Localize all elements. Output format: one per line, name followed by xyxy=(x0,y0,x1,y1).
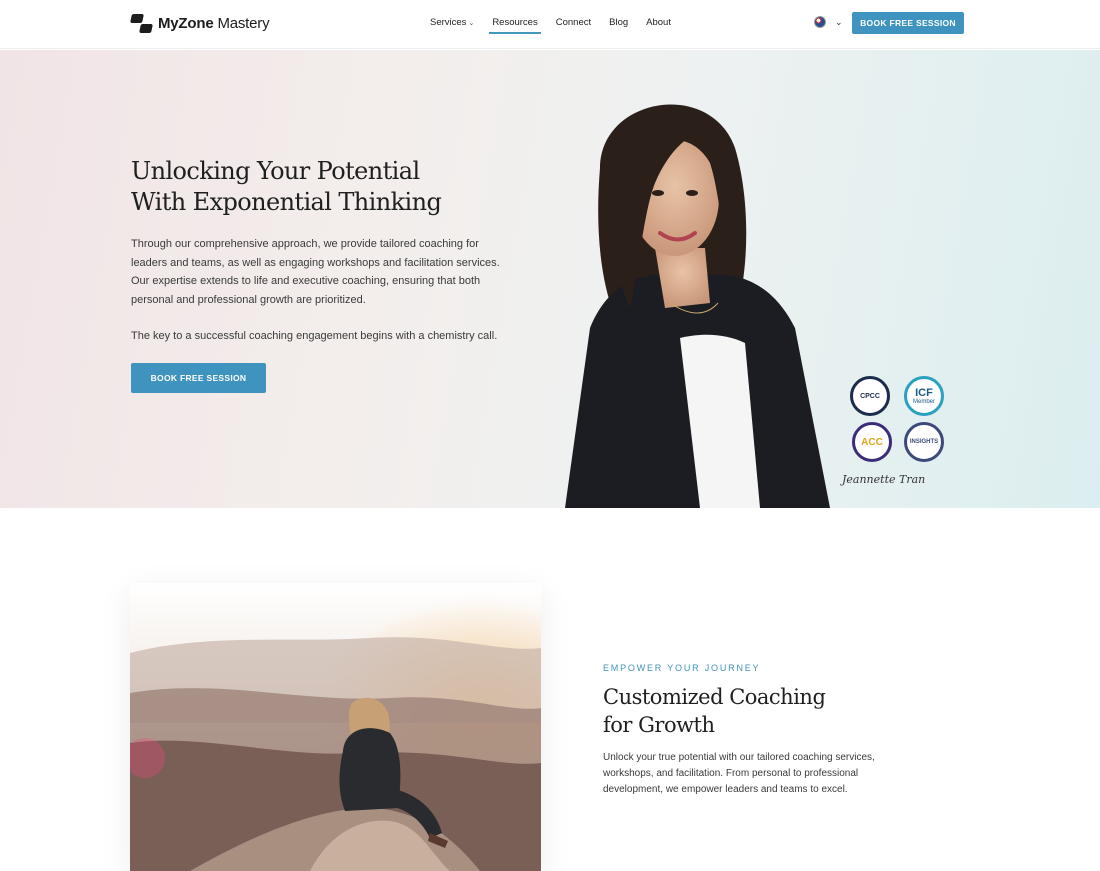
cpcc-badge: CPCC xyxy=(850,376,890,416)
hero-title: Unlocking Your Potential With Exponential… xyxy=(131,157,442,216)
coach-portrait-image xyxy=(565,104,830,508)
flag-globe-icon xyxy=(814,16,826,28)
section-body: Unlock your true potential with our tail… xyxy=(603,752,875,795)
nav-item-services[interactable]: Services ⌄ xyxy=(430,17,474,28)
mountain-hiker-image xyxy=(130,583,541,871)
mountain-hiker-photo xyxy=(130,583,541,871)
chevron-down-icon: ⌄ xyxy=(468,20,475,27)
nav-item-about[interactable]: About xyxy=(646,17,671,28)
hero-book-free-session-button[interactable]: BOOK FREE SESSION xyxy=(131,363,266,393)
hero-paragraph-secondary: The key to a successful coaching engagem… xyxy=(131,330,498,342)
brand-name: MyZone Mastery xyxy=(158,15,270,32)
hero-paragraph: Through our comprehensive approach, we p… xyxy=(131,238,500,306)
brand-logo[interactable]: MyZone Mastery xyxy=(130,14,270,33)
icf-acc-badge: ACC xyxy=(852,422,892,462)
main-menu: Services ⌄ Resources Connect Blog About xyxy=(430,17,689,34)
nav-item-blog[interactable]: Blog xyxy=(609,17,628,28)
nav-item-resources[interactable]: Resources xyxy=(489,17,542,34)
coach-signature: Jeannette Tran xyxy=(842,473,926,486)
icf-member-badge: ICF Member xyxy=(904,376,944,416)
logo-mark-icon xyxy=(130,14,153,33)
book-free-session-button[interactable]: BOOK FREE SESSION xyxy=(852,12,964,34)
language-selector[interactable]: ⌄ xyxy=(814,16,843,28)
chevron-down-icon: ⌄ xyxy=(835,16,843,27)
section-title: Customized Coaching for Growth xyxy=(603,685,826,737)
section-eyebrow: EMPOWER YOUR JOURNEY xyxy=(603,663,761,673)
insights-badge: INSIGHTS xyxy=(904,422,944,462)
hero-section: Unlocking Your Potential With Exponential… xyxy=(0,50,1100,508)
top-navigation: MyZone Mastery Services ⌄ Resources Conne… xyxy=(0,0,1100,49)
certification-badges: CPCC ICF Member ACC INSIGHTS xyxy=(850,376,946,466)
nav-item-connect[interactable]: Connect xyxy=(556,17,591,28)
